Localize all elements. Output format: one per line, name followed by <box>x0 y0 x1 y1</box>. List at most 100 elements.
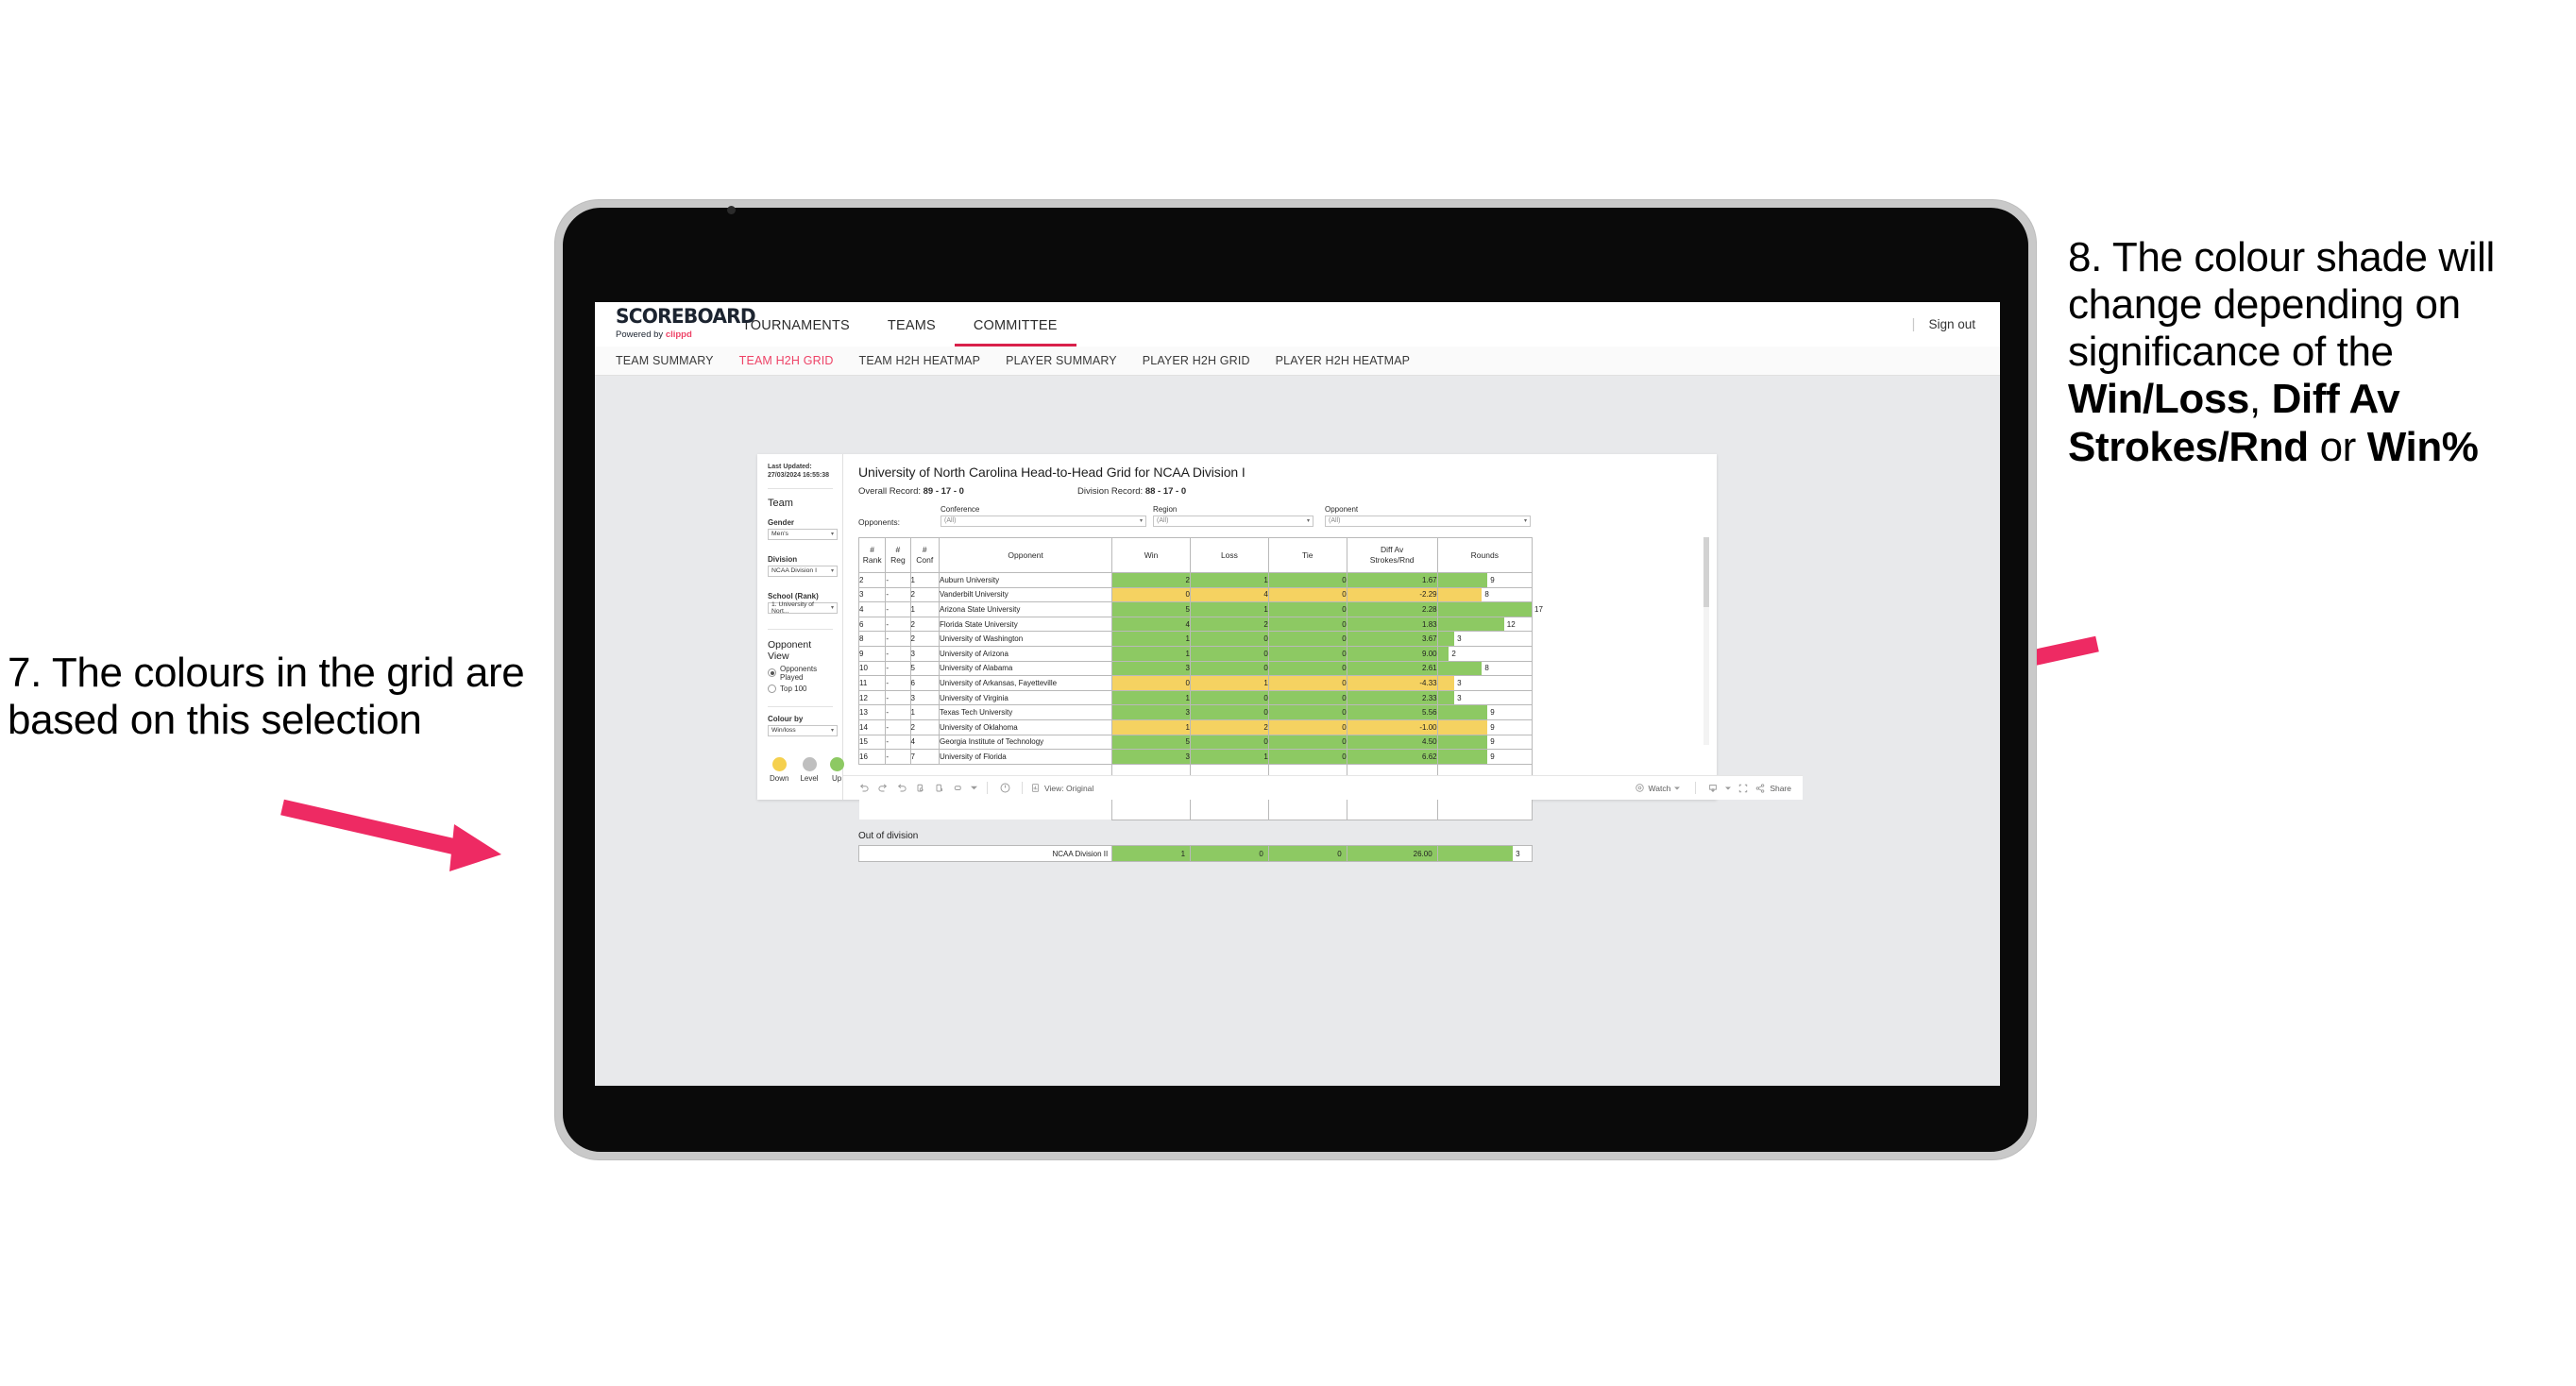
clear-selection-icon[interactable] <box>949 783 968 794</box>
nav-tab-committee[interactable]: COMMITTEE <box>954 308 1076 346</box>
h2h-table-head: # Rank # Reg # Conf Opponent Win Loss Tie D… <box>857 537 1534 573</box>
subnav-team-h2h-grid[interactable]: TEAM H2H GRID <box>739 354 834 367</box>
subnav-player-summary[interactable]: PLAYER SUMMARY <box>1006 354 1117 367</box>
chevron-down-icon[interactable] <box>1722 786 1734 791</box>
share-label: Share <box>1770 783 1791 793</box>
table-row[interactable]: 9-3 University of Arizona 1 0 0 9.00 2 <box>857 645 1534 662</box>
cell-rounds: 8 <box>1436 586 1534 603</box>
share-button[interactable]: Share <box>1754 783 1791 794</box>
rounds-bar <box>1437 587 1483 602</box>
cell-tie: 0 <box>1267 675 1347 691</box>
cell-conf: 2 <box>909 616 941 633</box>
chevron-down-icon[interactable] <box>968 785 979 791</box>
table-row[interactable]: 3-2 Vanderbilt University 0 4 0 -2.29 8 <box>857 586 1534 603</box>
header-divider: | <box>1911 316 1916 332</box>
table-row[interactable]: 2-1 Auburn University 2 1 0 1.67 9 <box>857 572 1534 588</box>
view-original-button[interactable]: View: Original <box>1030 783 1093 793</box>
table-row[interactable]: 12-3 University of Virginia 1 0 0 2.33 3 <box>857 689 1534 706</box>
subnav-team-h2h-heatmap[interactable]: TEAM H2H HEATMAP <box>859 354 981 367</box>
filter-conference-value: (All) <box>944 517 957 524</box>
subnav-team-summary[interactable]: TEAM SUMMARY <box>616 354 714 367</box>
refresh-icon[interactable] <box>911 783 930 794</box>
cell-tie: 0 <box>1267 689 1347 706</box>
nav-tab-teams[interactable]: TEAMS <box>869 308 955 346</box>
cell-tie: 0 <box>1267 660 1347 677</box>
cell-reg: - <box>885 689 911 706</box>
legend-item-up: Up <box>829 756 844 783</box>
chevron-down-icon: ▾ <box>830 568 834 575</box>
table-row[interactable]: 16-7 University of Florida 3 1 0 6.62 9 <box>857 749 1534 765</box>
radio-top-100[interactable]: Top 100 <box>768 684 833 693</box>
cell-conf: 3 <box>909 645 941 662</box>
opponents-label: Opponents: <box>858 517 900 527</box>
gender-select[interactable]: Men's ▾ <box>768 528 838 540</box>
undo-icon[interactable] <box>855 783 873 794</box>
cell-win: 3 <box>1111 660 1191 677</box>
team-section-heading: Team <box>768 497 793 509</box>
cell-diff: 5.56 <box>1346 704 1438 720</box>
table-row[interactable]: 4-1 Arizona State University 5 1 0 2.28 17 <box>857 601 1543 617</box>
table-row[interactable]: 15-4 Georgia Institute of Technology 5 0 0 4.… <box>857 734 1534 751</box>
annotation-7-arrow <box>280 799 501 871</box>
download-icon[interactable] <box>1703 783 1722 794</box>
table-row[interactable]: 6-2 Florida State University 4 2 0 1.83 12 <box>857 616 1534 633</box>
division-select[interactable]: NCAA Division I ▾ <box>768 565 838 577</box>
rounds-bar <box>1437 661 1483 676</box>
cell-win: 1 <box>1111 718 1191 735</box>
pause-updates-icon[interactable] <box>930 783 949 794</box>
cell-reg: - <box>885 675 911 691</box>
cell-loss: 2 <box>1190 616 1269 633</box>
cell-tie: 0 <box>1267 572 1347 588</box>
annotation-7-text: 7. The colours in the grid are based on … <box>8 650 525 744</box>
fullscreen-icon[interactable] <box>1734 783 1753 794</box>
cell-tie: 0 <box>1267 749 1347 765</box>
ood-diff: 26.00 <box>1346 844 1438 863</box>
table-row[interactable]: 10-5 University of Alabama 3 0 0 2.61 8 <box>857 660 1534 677</box>
sign-out-link[interactable]: Sign out <box>1928 317 1975 331</box>
filter-conference-select[interactable]: (All) ▾ <box>941 515 1146 527</box>
cell-conf: 2 <box>909 718 941 735</box>
cell-rank: 3 <box>857 586 887 603</box>
rounds-bar <box>1437 646 1449 661</box>
table-row[interactable]: 11-6 University of Arkansas, Fayetteville… <box>857 675 1534 691</box>
cell-rank: 10 <box>857 660 887 677</box>
rounds-bar <box>1437 750 1488 764</box>
cell-tie: 0 <box>1267 601 1347 617</box>
brand-subtitle: Powered by clippd <box>616 330 712 340</box>
table-row[interactable]: 8-2 University of Washington 1 0 0 3.67 3 <box>857 631 1534 647</box>
annotation-8-seg-1: Win/Loss <box>2068 376 2249 423</box>
cell-conf: 6 <box>909 675 941 691</box>
school-rank-select[interactable]: 1. University of Nort... ▾ <box>768 600 838 615</box>
cell-rank: 12 <box>857 689 887 706</box>
revert-icon[interactable] <box>892 783 911 794</box>
filter-region-select[interactable]: (All) ▾ <box>1153 515 1313 527</box>
page-title: University of North Carolina Head-to-Hea… <box>858 465 1246 480</box>
cell-tie: 0 <box>1267 586 1347 603</box>
out-of-division-body: NCAA Division II 1 0 0 26.00 3 <box>857 844 1534 863</box>
pause-auto-update-icon[interactable] <box>995 782 1014 794</box>
filter-opponent-select[interactable]: (All) ▾ <box>1325 515 1531 527</box>
radio-opponents-played[interactable]: Opponents Played <box>768 665 833 682</box>
colour-by-select[interactable]: Win/loss ▾ <box>768 724 838 736</box>
table-scrollbar-thumb[interactable] <box>1703 537 1709 607</box>
redo-icon[interactable] <box>873 783 892 794</box>
powered-by-text: Powered by <box>616 330 666 340</box>
cell-loss: 1 <box>1190 572 1269 588</box>
filter-opponent: Opponent (All) ▾ <box>1325 505 1531 527</box>
radio-icon-unselected <box>768 684 776 693</box>
subnav-player-h2h-grid[interactable]: PLAYER H2H GRID <box>1143 354 1250 367</box>
subnav-player-h2h-heatmap[interactable]: PLAYER H2H HEATMAP <box>1276 354 1411 367</box>
cell-reg: - <box>885 601 911 617</box>
brand-logo: SCOREBOARD Powered by clippd <box>595 302 756 346</box>
tablet-camera-icon <box>727 206 736 214</box>
table-row[interactable]: 14-2 University of Oklahoma 1 2 0 -1.00 9 <box>857 718 1534 735</box>
ood-loss: 0 <box>1190 844 1269 863</box>
col-rank: # Rank <box>857 537 887 573</box>
watch-button[interactable]: Watch <box>1635 783 1681 793</box>
rounds-bar <box>1437 676 1455 690</box>
cell-rounds: 3 <box>1436 631 1534 647</box>
school-rank-value: 1. University of Nort... <box>771 600 814 615</box>
sidebar-divider-2 <box>768 628 833 630</box>
table-row[interactable]: 13-1 Texas Tech University 3 0 0 5.56 9 <box>857 704 1534 720</box>
cell-loss: 0 <box>1190 631 1269 647</box>
